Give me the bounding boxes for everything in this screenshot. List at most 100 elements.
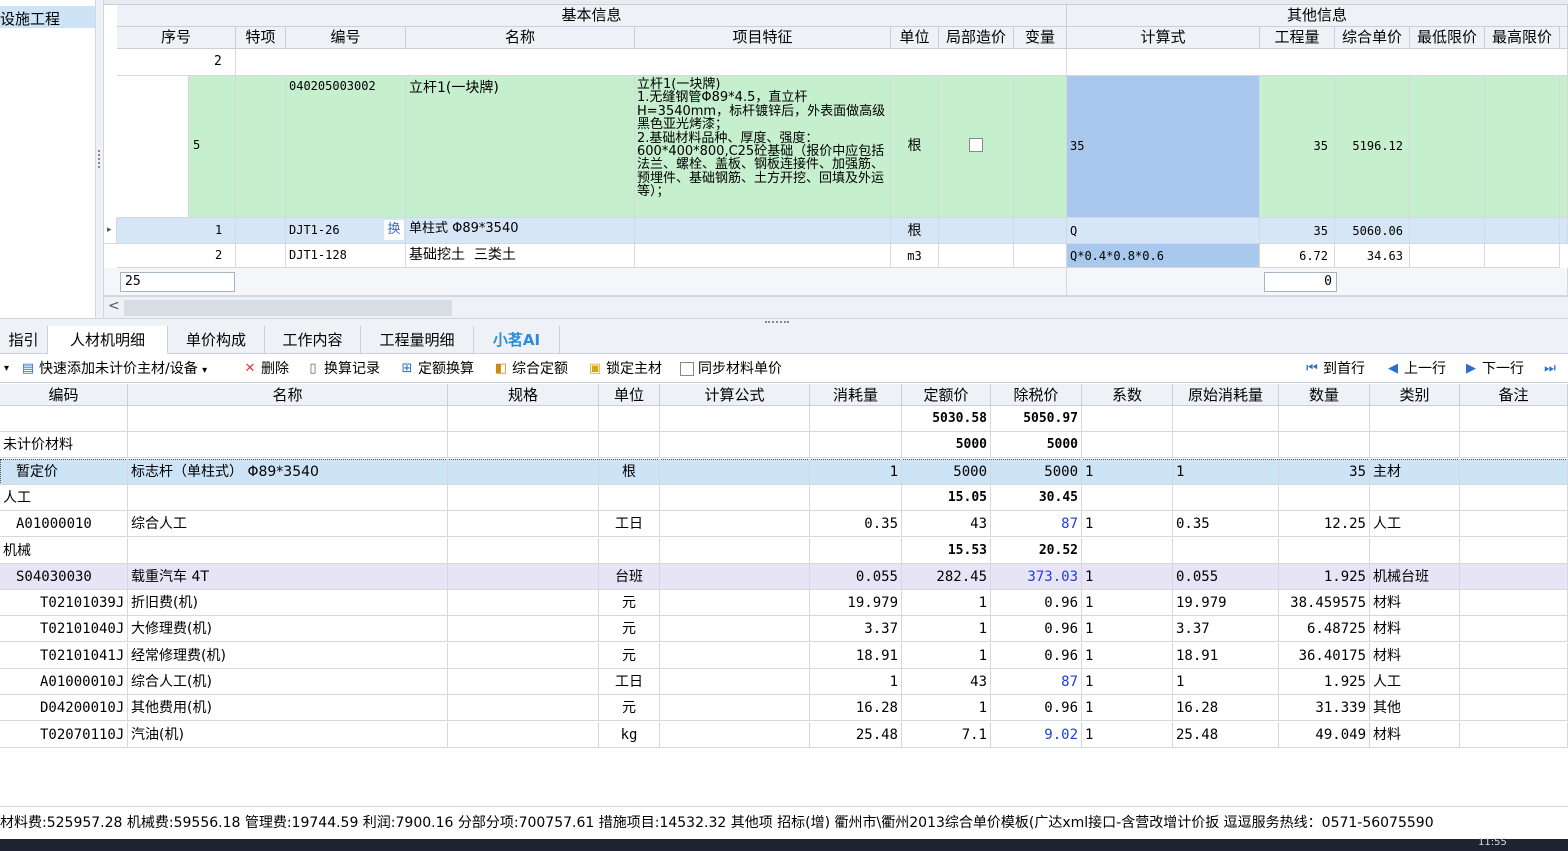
sub2-price[interactable]: 34.63 (1335, 244, 1410, 268)
cell-empty[interactable] (448, 432, 599, 459)
cell-quota[interactable]: 5000 (902, 432, 991, 459)
cell-count[interactable]: 49.049 (1279, 721, 1370, 748)
cell-code[interactable]: S04030030 (0, 563, 128, 590)
col-header-unit[interactable]: 单位 (891, 27, 939, 49)
cell-name[interactable]: 综合人工 (128, 511, 448, 538)
row-main-unit[interactable]: 根 (891, 76, 939, 218)
row-prev-other[interactable] (1067, 49, 1568, 76)
cell-orig[interactable]: 19.979 (1173, 590, 1279, 617)
cell-coef[interactable]: 1 (1082, 642, 1173, 669)
cell-empty[interactable] (448, 511, 599, 538)
cell-coef[interactable] (1082, 406, 1173, 432)
cell-consume[interactable]: 19.979 (810, 590, 902, 617)
quick-add-button[interactable]: ▤ 快速添加未计价主材/设备 ▾ (20, 360, 207, 380)
cell-unit[interactable]: 元 (599, 616, 660, 643)
cell-consume[interactable] (810, 484, 902, 511)
cell-name[interactable] (128, 432, 448, 459)
cell-empty[interactable] (448, 616, 599, 643)
cell-orig[interactable]: 25.48 (1173, 721, 1279, 748)
bcol-code[interactable]: 编码 (0, 384, 128, 406)
bcol-remark[interactable]: 备注 (1460, 384, 1568, 406)
cell-count[interactable] (1279, 484, 1370, 511)
cell-coef[interactable]: 1 (1082, 669, 1173, 695)
cell-empty[interactable] (448, 563, 599, 590)
local-cost-checkbox[interactable] (969, 138, 983, 152)
cell-empty[interactable] (448, 721, 599, 748)
cell-unit[interactable] (599, 406, 660, 432)
cell-orig[interactable] (1173, 484, 1279, 511)
row-main-variable[interactable] (1014, 76, 1067, 218)
cell-orig[interactable]: 16.28 (1173, 695, 1279, 722)
horizontal-scrollbar[interactable]: < (104, 296, 1568, 318)
sub2-var[interactable] (1014, 244, 1067, 268)
conversion-mark-button[interactable]: 换 (384, 220, 404, 240)
bcol-quota[interactable]: 定额价 (902, 384, 991, 406)
lock-material-button[interactable]: ▣ 锁定主材 (587, 360, 662, 380)
cell-empty[interactable] (448, 642, 599, 669)
resource-row[interactable]: D04200010J 其他费用(机) 元 16.28 1 0.96 1 16.28 31.339… (0, 695, 1568, 722)
cell-code[interactable] (0, 406, 128, 432)
bcol-coef[interactable]: 系数 (1082, 384, 1173, 406)
resource-row[interactable]: T02101041J 经常修理费(机) 元 18.91 1 0.96 1 18.91 36.40… (0, 642, 1568, 669)
cell-empty[interactable] (1460, 616, 1568, 643)
cell-coef[interactable]: 1 (1082, 616, 1173, 643)
cell-quota[interactable]: 1 (902, 695, 991, 722)
cell-notax[interactable]: 0.96 (991, 642, 1082, 669)
cell-empty[interactable] (660, 563, 810, 590)
cell-notax[interactable]: 5000 (991, 432, 1082, 459)
cell-coef[interactable]: 1 (1082, 458, 1173, 485)
resource-row[interactable]: 未计价材料 5000 5000 (0, 432, 1568, 459)
cell-orig[interactable]: 1 (1173, 458, 1279, 485)
horizontal-splitter[interactable] (0, 318, 1568, 326)
resource-row[interactable]: 机械 15.53 20.52 (0, 537, 1568, 564)
row-main-code[interactable]: 040205003002 (286, 76, 406, 218)
row-prev-rest[interactable] (236, 49, 1067, 76)
scroll-left-icon[interactable]: < (108, 298, 120, 314)
cell-notax[interactable]: 0.96 (991, 590, 1082, 617)
col-header-variable[interactable]: 变量 (1014, 27, 1067, 49)
col-header-feature[interactable]: 项目特征 (635, 27, 891, 49)
first-row-button[interactable]: ⏮ 到首行 (1304, 360, 1365, 380)
cell-quota[interactable]: 43 (902, 669, 991, 695)
cell-quota[interactable]: 1 (902, 642, 991, 669)
col-header-formula[interactable]: 计算式 (1067, 27, 1260, 49)
cell-orig[interactable] (1173, 537, 1279, 564)
cell-quota[interactable]: 5000 (902, 458, 991, 485)
tab-quantity-detail[interactable]: 工程量明细 (361, 326, 474, 354)
row-main-name[interactable]: 立杆1(一块牌) (406, 76, 635, 218)
cell-cat[interactable] (1370, 537, 1460, 564)
bcol-formula[interactable]: 计算公式 (660, 384, 810, 406)
cell-coef[interactable] (1082, 537, 1173, 564)
sync-checkbox-box[interactable] (680, 362, 694, 376)
bcol-consume[interactable]: 消耗量 (810, 384, 902, 406)
cell-empty[interactable] (1460, 721, 1568, 748)
cell-name[interactable]: 折旧费(机) (128, 590, 448, 617)
cell-name[interactable] (128, 537, 448, 564)
sub2-formula[interactable]: Q*0.4*0.8*0.6 (1067, 244, 1260, 268)
cell-notax[interactable]: 87 (991, 511, 1082, 538)
bcol-notax[interactable]: 除税价 (991, 384, 1082, 406)
cell-unit[interactable] (599, 432, 660, 459)
sub2-max[interactable] (1485, 244, 1560, 268)
cell-consume[interactable]: 0.055 (810, 563, 902, 590)
cell-empty[interactable] (1460, 590, 1568, 617)
row-prev-no-cell[interactable]: 2 (117, 49, 236, 76)
cell-cat[interactable]: 人工 (1370, 511, 1460, 538)
bcol-category[interactable]: 类别 (1370, 384, 1460, 406)
cell-name[interactable]: 其他费用(机) (128, 695, 448, 722)
cell-quota[interactable]: 7.1 (902, 721, 991, 748)
tree-item-selected[interactable]: 设施工程 (0, 6, 95, 28)
cell-count[interactable]: 36.40175 (1279, 642, 1370, 669)
cell-empty[interactable] (1460, 432, 1568, 459)
cell-notax[interactable]: 30.45 (991, 484, 1082, 511)
cell-cat[interactable] (1370, 484, 1460, 511)
cell-quota[interactable]: 282.45 (902, 563, 991, 590)
row-main-formula[interactable]: 35 (1067, 76, 1260, 218)
cell-unit[interactable]: 工日 (599, 511, 660, 538)
cell-empty[interactable] (448, 458, 599, 485)
cell-quota[interactable]: 15.05 (902, 484, 991, 511)
cell-coef[interactable]: 1 (1082, 563, 1173, 590)
cell-consume[interactable] (810, 537, 902, 564)
cell-empty[interactable] (1460, 406, 1568, 432)
history-button[interactable]: ▯ 换算记录 (305, 360, 380, 380)
